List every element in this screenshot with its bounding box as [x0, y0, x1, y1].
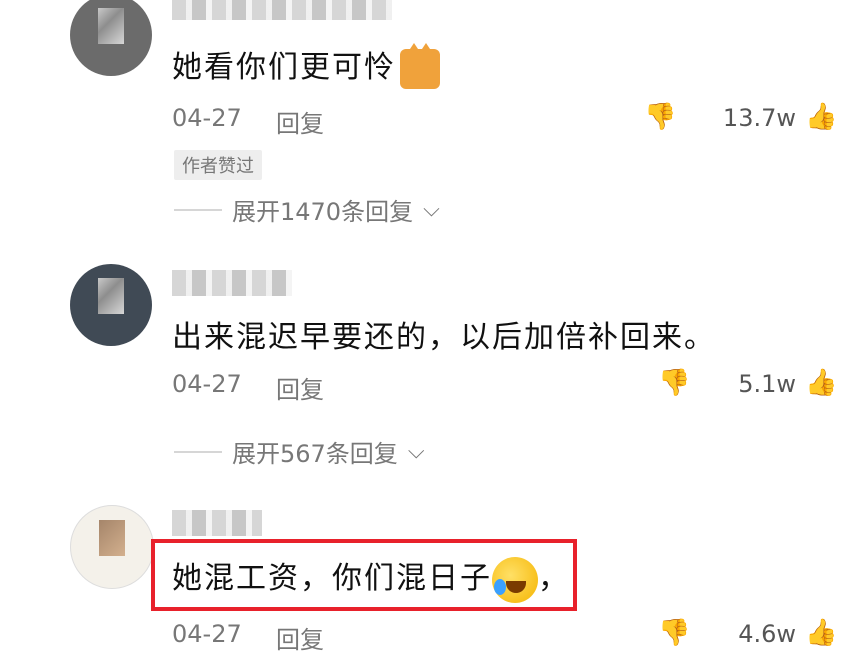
dislike-icon[interactable]: 👎 — [644, 102, 676, 132]
comment-text: 出来混迟早要还的，以后加倍补回来。 — [172, 320, 716, 355]
avatar[interactable] — [70, 505, 154, 589]
divider-line — [174, 450, 222, 453]
username-blurred[interactable] — [172, 510, 262, 536]
expand-replies-label: 展开1470条回复 — [232, 198, 414, 226]
red-highlight-box — [151, 539, 577, 611]
comment-text-content: 她看你们更可怜 — [172, 50, 396, 85]
expand-replies-button[interactable]: 展开567条回复 ⌵ — [174, 434, 425, 469]
blurred-face — [99, 520, 125, 556]
username-blurred[interactable] — [172, 0, 392, 20]
reply-button[interactable]: 回复 — [276, 370, 324, 405]
like-icon[interactable]: 👍 — [805, 618, 837, 648]
like-count: 13.7w — [722, 104, 796, 132]
like-icon[interactable]: 👍 — [805, 368, 837, 398]
blurred-face — [98, 8, 124, 44]
blurred-face — [98, 278, 124, 314]
chevron-down-icon: ⌵ — [423, 197, 440, 222]
like-count: 4.6w — [738, 620, 796, 648]
comment-date: 04-27 — [172, 370, 242, 398]
like-count: 5.1w — [738, 370, 796, 398]
reply-button[interactable]: 回复 — [276, 104, 324, 139]
cat-face-icon — [400, 43, 440, 89]
expand-replies-label: 展开567条回复 — [232, 440, 398, 468]
username-blurred[interactable] — [172, 270, 292, 296]
avatar[interactable] — [70, 0, 152, 76]
dislike-icon[interactable]: 👎 — [658, 618, 690, 648]
comment-date: 04-27 — [172, 104, 242, 132]
comment-date: 04-27 — [172, 620, 242, 648]
comment-text: 她看你们更可怜 — [172, 42, 440, 89]
expand-replies-button[interactable]: 展开1470条回复 ⌵ — [174, 192, 440, 227]
dislike-icon[interactable]: 👎 — [658, 368, 690, 398]
author-liked-badge: 作者赞过 — [174, 150, 262, 180]
reply-button[interactable]: 回复 — [276, 620, 324, 655]
like-icon[interactable]: 👍 — [805, 102, 837, 132]
chevron-down-icon: ⌵ — [407, 439, 425, 464]
divider-line — [174, 208, 222, 211]
avatar[interactable] — [70, 264, 152, 346]
